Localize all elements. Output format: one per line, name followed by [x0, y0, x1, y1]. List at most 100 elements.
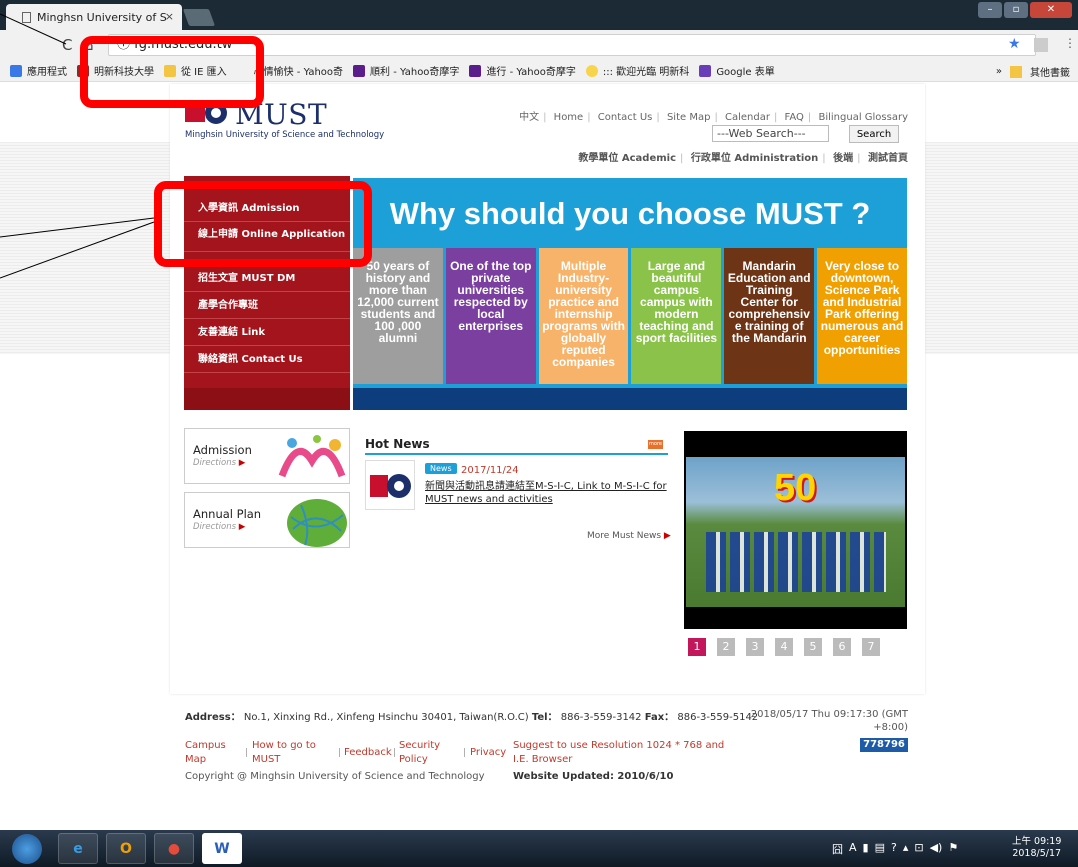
ime-icon[interactable]: 囧 — [832, 841, 843, 857]
pager-button[interactable]: 7 — [862, 638, 880, 656]
banner-tile[interactable]: One of the top private universities resp… — [445, 248, 536, 384]
link-sitemap[interactable]: Site Map — [667, 112, 710, 123]
news-thumbnail — [365, 460, 415, 510]
students-image — [706, 532, 886, 592]
footer-address: Address： No.1, Xinxing Rd., Xinfeng Hsin… — [185, 712, 759, 723]
smile-icon — [585, 64, 598, 77]
banner-tile[interactable]: Multiple Industry-university practice an… — [538, 248, 629, 384]
link-administration[interactable]: 行政單位 Administration — [691, 153, 818, 164]
search-button[interactable]: Search — [849, 125, 899, 143]
link-privacy[interactable]: Privacy — [470, 746, 506, 760]
link-security-policy[interactable]: Security Policy — [399, 739, 449, 766]
annual-plan-directions-link[interactable]: Directions ▶ — [193, 522, 245, 532]
link-campus-map[interactable]: Campus Map — [185, 739, 240, 766]
bookmarks-more-icon[interactable]: » — [996, 66, 1002, 77]
pager-button[interactable]: 3 — [746, 638, 764, 656]
pager-button[interactable]: 5 — [804, 638, 822, 656]
photo-slideshow[interactable]: 50 — [684, 431, 907, 629]
news-date: 2017/11/24 — [461, 465, 519, 476]
visitor-counter: 778796 — [860, 738, 908, 752]
website-updated: Website Updated: 2010/6/10 — [513, 771, 674, 782]
bookmarks-right: » 其他書籤 — [996, 64, 1070, 79]
admission-directions-link[interactable]: Directions ▶ — [193, 458, 245, 468]
system-tray: 囧 A ▮ ▤ ? ▴ ⊡ ◀) ⚑ — [832, 841, 958, 857]
chrome-taskbar-icon[interactable]: ● — [154, 833, 194, 864]
side-menu-footer — [184, 388, 350, 410]
news-headline-link[interactable]: 新聞與活動訊息請連結至M-S-I-C, Link to M-S-I-C for … — [425, 481, 670, 506]
word-taskbar-icon[interactable]: W — [202, 833, 242, 864]
banner-tile[interactable]: Very close to downtown, Science Park and… — [817, 248, 907, 384]
link-feedback[interactable]: Feedback — [344, 746, 392, 760]
hot-news-title: Hot News — [365, 437, 430, 451]
pager-button[interactable]: 4 — [775, 638, 793, 656]
menu-item-industry[interactable]: 產學合作專班 — [184, 292, 350, 319]
more-news-link[interactable]: More Must News ▶ — [587, 531, 671, 541]
outlook-taskbar-icon[interactable]: O — [106, 833, 146, 864]
link-how-to-go[interactable]: How to go to MUST — [252, 739, 322, 766]
annotation-arrows — [0, 13, 155, 279]
bookmark-yahoo-3[interactable]: 進行 - Yahoo奇摩字 — [469, 63, 576, 78]
link-glossary[interactable]: Bilingual Glossary — [818, 112, 908, 123]
bookmark-yahoo-2[interactable]: 順利 - Yahoo奇摩字 — [353, 63, 459, 78]
link-academic[interactable]: 教學單位 Academic — [578, 153, 676, 164]
banner-bottom-bar — [353, 388, 907, 410]
news-badge: News — [425, 463, 457, 474]
flag-icon[interactable]: ⚑ — [948, 841, 958, 857]
settings-icon[interactable]: ▤ — [875, 841, 885, 857]
help-icon[interactable]: ? — [891, 841, 897, 857]
logo-subtitle: Minghsin University of Science and Techn… — [185, 130, 385, 140]
banner-tiles: 50 years of history and more than 12,000… — [353, 248, 907, 384]
hot-news-divider — [365, 453, 668, 455]
bookmark-google-forms[interactable]: Google 表單 — [699, 63, 775, 78]
link-home[interactable]: Home — [554, 112, 584, 123]
tray-expand-icon[interactable]: ▴ — [903, 841, 909, 857]
link-chinese[interactable]: 中文 — [519, 112, 539, 123]
top-links: 中文 | Home | Contact Us | Site Map | Calendar… — [519, 112, 908, 123]
pager-button[interactable]: 2 — [717, 638, 735, 656]
ime-mode-icon[interactable]: A — [849, 841, 857, 857]
admission-box[interactable]: Admission Directions ▶ — [184, 428, 350, 484]
banner-tile[interactable]: Mandarin Education and Training Center f… — [724, 248, 815, 384]
annual-plan-box-title: Annual Plan — [193, 507, 262, 521]
link-contact[interactable]: Contact Us — [598, 112, 653, 123]
link-backend[interactable]: 後端 — [833, 153, 853, 164]
window-controls: – ▫ ✕ — [978, 2, 1072, 18]
link-calendar[interactable]: Calendar — [725, 112, 770, 123]
banner-tile[interactable]: 50 years of history and more than 12,000… — [353, 248, 443, 384]
other-bookmarks[interactable]: 其他書籤 — [1030, 64, 1070, 79]
slideshow-image: 50 — [686, 457, 905, 607]
extension-icon[interactable] — [1034, 38, 1048, 52]
search-row: Search — [712, 125, 899, 143]
annual-plan-box[interactable]: Annual Plan Directions ▶ — [184, 492, 350, 548]
taskbar-date: 2018/5/17 — [1012, 848, 1062, 860]
slideshow-pager: 1 2 3 4 5 6 7 — [688, 638, 880, 656]
link-faq[interactable]: FAQ — [785, 112, 804, 123]
menu-item-links[interactable]: 友善連結 Link — [184, 319, 350, 346]
network-icon[interactable]: ⊡ — [914, 841, 923, 857]
minimize-icon[interactable]: – — [978, 2, 1002, 18]
search-input[interactable] — [712, 125, 829, 142]
pager-button[interactable]: 6 — [833, 638, 851, 656]
link-test-home[interactable]: 測試首頁 — [868, 153, 908, 164]
menu-kebab-icon[interactable]: ⋮ — [1064, 36, 1076, 50]
close-window-icon[interactable]: ✕ — [1030, 2, 1072, 18]
banner-tile[interactable]: Large and beautiful campus campus with m… — [631, 248, 722, 384]
university-emblem-icon — [370, 474, 411, 498]
bookmark-welcome[interactable]: ::: 歡迎光臨 明新科 — [585, 63, 689, 78]
start-button[interactable] — [12, 834, 42, 864]
windows-taskbar: e O ● W 囧 A ▮ ▤ ? ▴ ⊡ ◀) ⚑ 上午 09:19 2018… — [0, 830, 1078, 867]
folder-icon — [1010, 65, 1022, 78]
taskbar-clock[interactable]: 上午 09:19 2018/5/17 — [1012, 836, 1061, 861]
maximize-icon[interactable]: ▫ — [1004, 2, 1028, 18]
admission-box-title: Admission — [193, 443, 252, 457]
volume-icon[interactable]: ◀) — [930, 841, 943, 857]
bookmark-star-icon[interactable]: ★ — [1008, 36, 1021, 52]
news-more-icon[interactable]: more — [648, 440, 663, 449]
ie-taskbar-icon[interactable]: e — [58, 833, 98, 864]
keyboard-icon[interactable]: ▮ — [863, 841, 869, 857]
forms-icon — [699, 64, 712, 77]
menu-item-contact[interactable]: 聯絡資訊 Contact Us — [184, 346, 350, 373]
menu-item-dm[interactable]: 招生文宣 MUST DM — [184, 265, 350, 292]
yahoo-icon — [469, 64, 482, 77]
pager-button[interactable]: 1 — [688, 638, 706, 656]
